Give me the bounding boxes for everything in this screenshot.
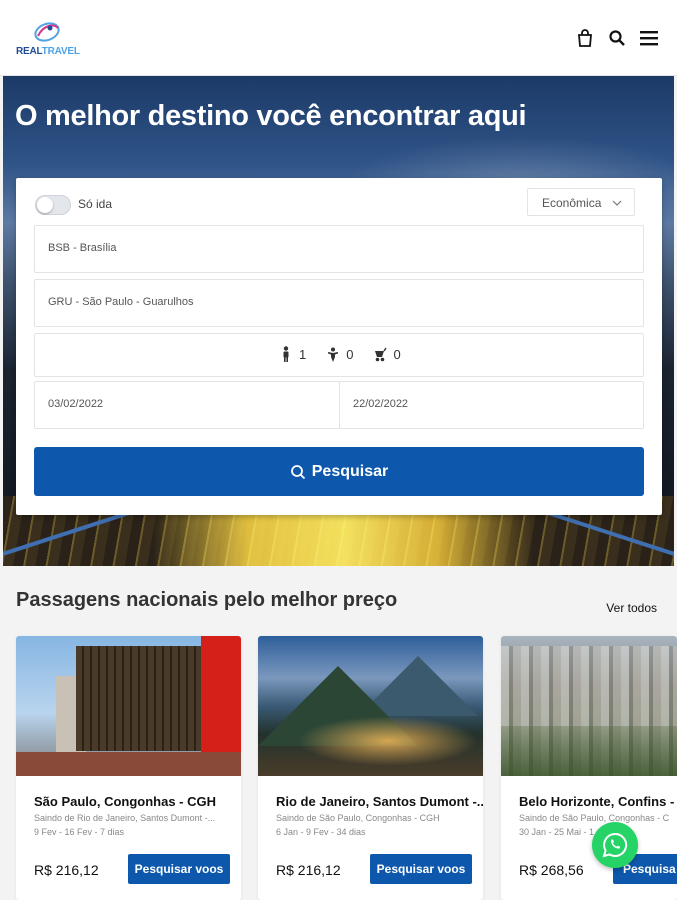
cabin-class-select[interactable]: Econômica [527, 188, 635, 216]
destination-value: GRU - São Paulo - Guarulhos [48, 296, 194, 308]
deal-origin: Saindo de São Paulo, Congonhas - C [519, 813, 670, 823]
logo-text-travel: TRAVEL [41, 46, 80, 57]
departure-date-input[interactable]: 03/02/2022 [34, 381, 340, 429]
infant-count: 0 [393, 346, 401, 362]
deal-card[interactable]: São Paulo, Congonhas - CGH Saindo de Rio… [16, 636, 241, 900]
deal-price: R$ 268,56 [519, 862, 584, 878]
origin-input[interactable]: BSB - Brasília [34, 225, 644, 273]
adult-count: 1 [299, 346, 307, 362]
header-icons [575, 28, 659, 48]
see-all-link[interactable]: Ver todos [606, 601, 657, 615]
one-way-toggle[interactable] [35, 195, 71, 215]
logo-text: REALTRAVEL [16, 46, 80, 57]
search-icon[interactable] [607, 28, 627, 48]
hero-title: O melhor destino você encontrar aqui [15, 100, 527, 132]
deal-origin: Saindo de Rio de Janeiro, Santos Dumont … [34, 813, 216, 823]
deal-price: R$ 216,12 [276, 862, 341, 878]
logo-swirl-icon [34, 22, 60, 42]
one-way-label: Só ida [78, 197, 113, 211]
search-flights-deal-button[interactable]: Pesquisar voos [370, 854, 472, 884]
deal-price: R$ 216,12 [34, 862, 99, 878]
passengers-selector[interactable]: 1 0 0 [34, 333, 644, 377]
deal-title: Rio de Janeiro, Santos Dumont -... [276, 794, 483, 809]
search-flights-button[interactable]: Pesquisar [34, 447, 644, 496]
stroller-icon [375, 347, 388, 362]
deal-image-sao-paulo [16, 636, 241, 776]
flight-search-form: Só ida Econômica BSB - Brasília GRU - Sã… [16, 178, 662, 515]
site-header: REALTRAVEL [0, 0, 677, 76]
passenger-counts: 1 0 0 [279, 346, 401, 362]
search-icon [290, 464, 305, 479]
menu-icon[interactable] [639, 28, 659, 48]
search-button-label: Pesquisar [311, 462, 389, 480]
deal-origin: Saindo de São Paulo, Congonhas - CGH [276, 813, 440, 823]
deal-dates: 9 Fev - 16 Fev - 7 dias [34, 827, 125, 837]
return-date-input[interactable]: 22/02/2022 [339, 381, 644, 429]
deal-image-rio [258, 636, 483, 776]
chevron-down-icon [612, 200, 622, 206]
deal-title: Belo Horizonte, Confins - C [519, 794, 677, 809]
shopping-bag-icon[interactable] [575, 28, 595, 48]
toggle-knob [37, 197, 53, 213]
child-count: 0 [346, 346, 354, 362]
departure-date-value: 03/02/2022 [48, 398, 104, 410]
child-icon [328, 347, 339, 362]
return-date-value: 22/02/2022 [353, 398, 409, 410]
search-flights-deal-button[interactable]: Pesquisar voos [128, 854, 230, 884]
adult-icon [283, 346, 289, 362]
realtravel-logo[interactable]: REALTRAVEL [16, 20, 80, 60]
whatsapp-button[interactable] [592, 822, 638, 868]
logo-text-real: REAL [16, 46, 42, 57]
section-title: Passagens nacionais pelo melhor preço [16, 589, 398, 611]
cabin-class-value: Econômica [542, 196, 602, 210]
deal-dates: 6 Jan - 9 Fev - 34 dias [276, 827, 366, 837]
deal-image-belo-horizonte [501, 636, 677, 776]
deal-title: São Paulo, Congonhas - CGH [34, 794, 217, 809]
destination-input[interactable]: GRU - São Paulo - Guarulhos [34, 279, 644, 327]
deal-dates: 30 Jan - 25 Mai - 1 [519, 827, 595, 837]
whatsapp-icon [602, 832, 628, 858]
origin-value: BSB - Brasília [48, 242, 117, 254]
deal-card[interactable]: Belo Horizonte, Confins - C Saindo de Sã… [501, 636, 677, 900]
deal-card[interactable]: Rio de Janeiro, Santos Dumont -... Saind… [258, 636, 483, 900]
